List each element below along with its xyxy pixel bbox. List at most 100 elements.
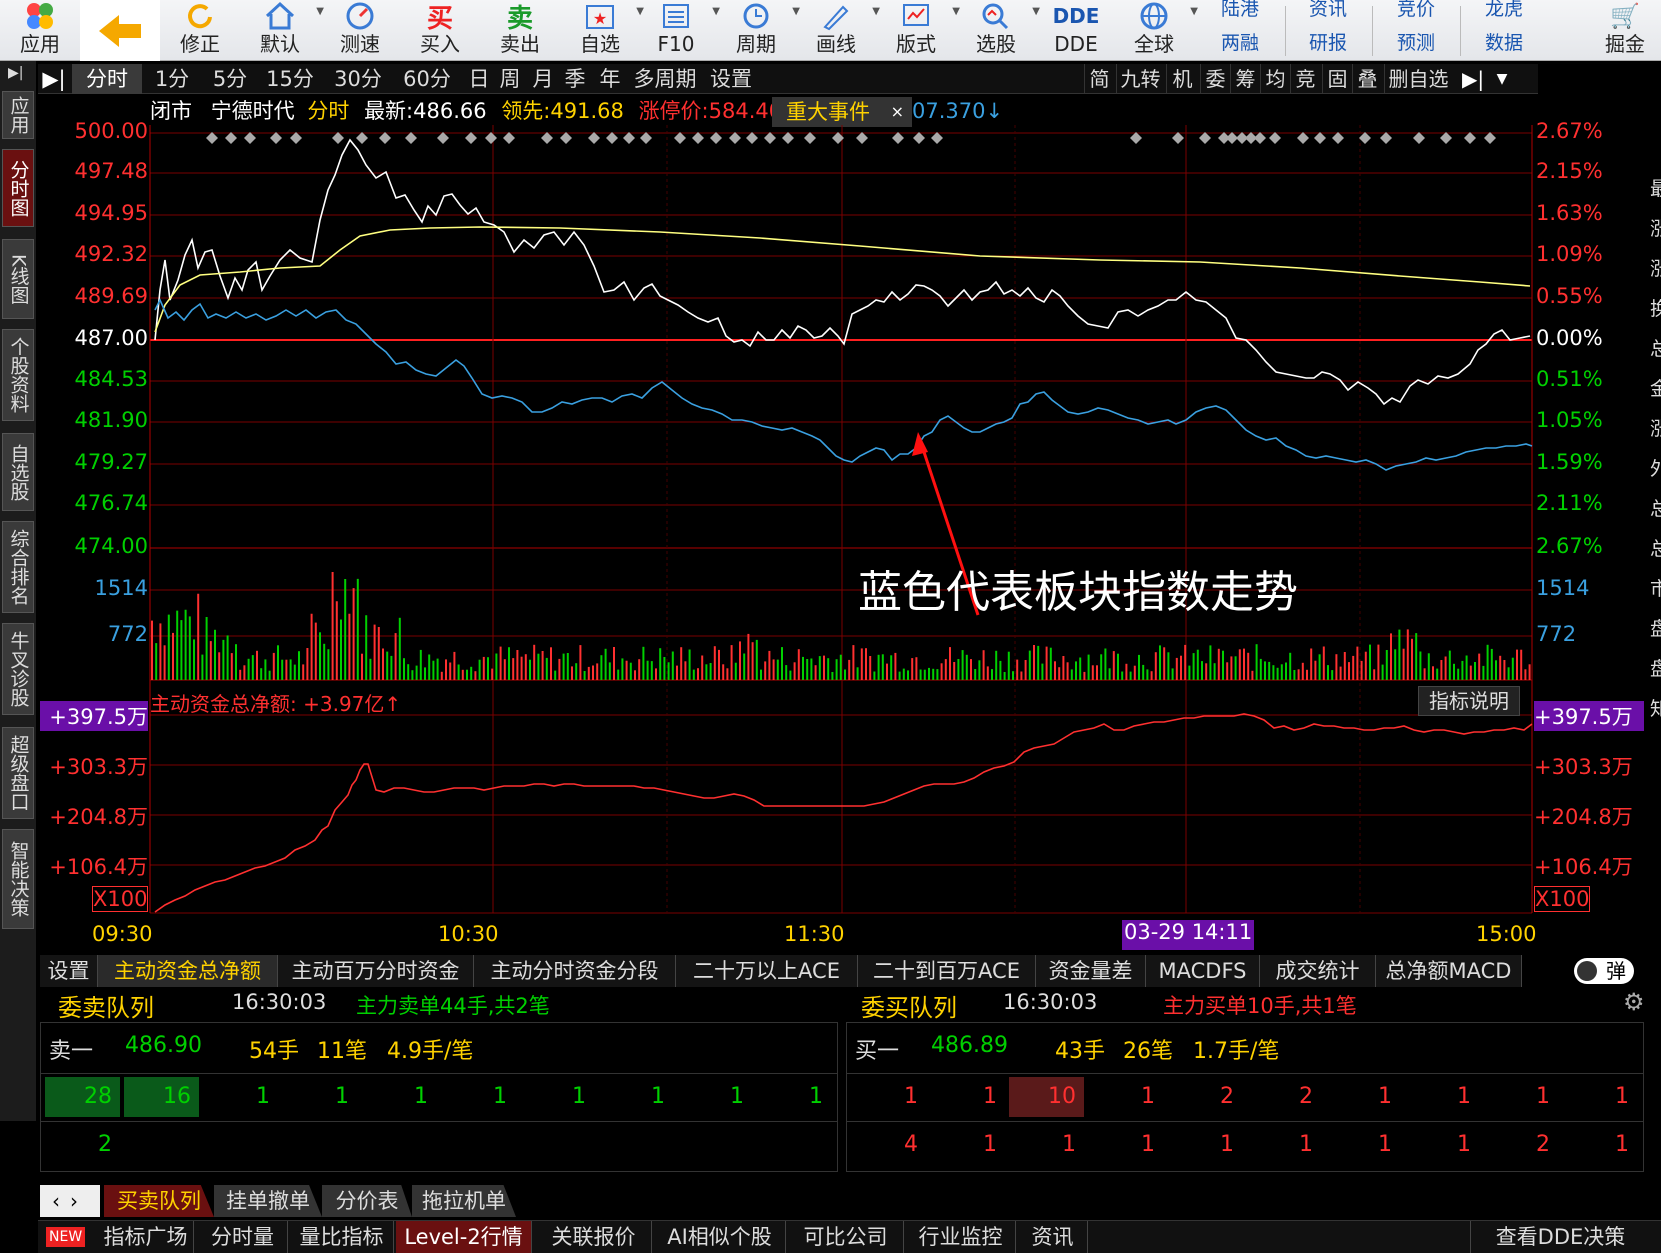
price-axis-label: 476.74 (74, 491, 148, 515)
buy-queue-title: 委买队列 (861, 994, 957, 1022)
footer-tab[interactable]: 量比指标 (290, 1221, 394, 1253)
queue-order-cell: 2 (1299, 1084, 1313, 1109)
toggle-knob (1577, 961, 1597, 981)
time-axis-label: 03-29 14:11 (1122, 920, 1255, 950)
indicator-axis-label: +106.4万 (1534, 855, 1633, 879)
queue-order-cell: 10 (1009, 1077, 1084, 1117)
indicator-tab[interactable]: 主动百万分时资金 (278, 955, 474, 987)
right-quote-panel-edge: 最涨涨换总金涨外总总市盘盘知 (1638, 64, 1661, 934)
indicator-axis-label: +106.4万 (49, 855, 148, 879)
sell-queue-title: 委卖队列 (58, 994, 154, 1022)
event-diamond-icon (332, 132, 344, 144)
queue-count: 11笔 (317, 1039, 367, 1064)
indicator-tab[interactable]: 主动资金总净额 (98, 955, 278, 987)
queue-tab[interactable]: 买卖队列 (104, 1185, 214, 1217)
dde-decision-button[interactable]: 查看DDE决策 (1470, 1221, 1650, 1253)
indicator-axis-label: +204.8万 (1534, 805, 1633, 829)
right-panel-char: 最 (1650, 178, 1661, 200)
indicator-tab[interactable]: 设置 (40, 955, 98, 987)
footer-tab[interactable]: Level-2行情 (396, 1221, 532, 1253)
indicator-tab[interactable]: MACDFS (1146, 955, 1260, 987)
queue-order-cell: 2 (1220, 1084, 1234, 1109)
event-diamond-icon (290, 132, 302, 144)
event-diamond-icon (782, 132, 794, 144)
percent-axis-label: 1.09% (1536, 242, 1603, 266)
queue-order-cell: 1 (256, 1084, 270, 1109)
footer-tab[interactable]: 分时量 (198, 1221, 288, 1253)
right-panel-char: 外 (1650, 458, 1661, 480)
indicator-axis-label: +397.5万 (1534, 701, 1644, 731)
indicator-tab[interactable]: 主动分时资金分段 (474, 955, 676, 987)
time-axis-label: 15:00 (1476, 922, 1537, 946)
queue-order-cell: 1 (414, 1084, 428, 1109)
footer-tab[interactable]: 行业监控 (906, 1221, 1016, 1253)
footer-tab[interactable]: 指标广场 (98, 1221, 194, 1253)
footer-bar: NEW 指标广场 分时量 量比指标 Level-2行情 关联报价 AI相似个股 可比公司 行业监… (38, 1220, 1661, 1253)
settings-gear-icon[interactable]: ⚙ (1623, 988, 1645, 1016)
queue-order-cell: 1 (904, 1084, 918, 1109)
footer-tab[interactable]: AI相似个股 (654, 1221, 786, 1253)
queue-order-cell: 1 (1457, 1084, 1471, 1109)
price-axis-label: 474.00 (74, 534, 148, 558)
event-diamond-icon (1359, 132, 1371, 144)
event-diamond-icon (931, 132, 943, 144)
queue-order-cell: 1 (1615, 1132, 1629, 1157)
queue-divider (41, 1121, 837, 1122)
event-diamond-icon (746, 132, 758, 144)
queue-average: 1.7手/笔 (1193, 1039, 1280, 1064)
indicator-axis-label: +303.3万 (49, 755, 148, 779)
event-diamond-icon (692, 132, 704, 144)
queue-order-cell: 28 (45, 1077, 120, 1117)
event-diamond-icon (1172, 132, 1184, 144)
event-diamond-icon (892, 132, 904, 144)
queue-order-cell: 1 (1141, 1084, 1155, 1109)
queue-tab[interactable]: 挂单撤单 (214, 1185, 322, 1217)
sell-queue-summary: 主力卖单44手,共2笔 (356, 994, 550, 1018)
time-axis-label: 10:30 (438, 922, 499, 946)
indicator-value: +3.97亿↑ (303, 692, 402, 716)
queue-divider (41, 1073, 837, 1074)
event-diamond-icon (1380, 132, 1392, 144)
indicator-tab[interactable]: 二十万以上ACE (676, 955, 858, 987)
event-diamond-icon (1440, 132, 1452, 144)
percent-axis-label: 2.11% (1536, 491, 1603, 515)
queue-header: 委卖队列 16:30:03 主力卖单44手,共2笔 委买队列 16:30:03 … (38, 988, 1661, 1022)
footer-tab[interactable]: 资讯 (1018, 1221, 1088, 1253)
event-diamond-icon (503, 132, 515, 144)
event-diamond-icon (437, 132, 449, 144)
queue-order-cell: 1 (1141, 1132, 1155, 1157)
queue-order-cell: 1 (1378, 1084, 1392, 1109)
indicator-tab[interactable]: 总净额MACD (1376, 955, 1522, 987)
event-diamond-icon (710, 132, 722, 144)
queue-tab[interactable]: 分价表 (322, 1185, 412, 1217)
queue-order-cell: 1 (493, 1084, 507, 1109)
tab-scroll-arrows[interactable]: ‹› (40, 1185, 100, 1217)
queue-order-cell: 1 (1615, 1084, 1629, 1109)
buy-queue-summary: 主力买单10手,共1笔 (1163, 994, 1357, 1018)
footer-tab[interactable]: 关联报价 (536, 1221, 652, 1253)
indicator-scale-label: X100 (1534, 886, 1590, 912)
indicator-help-button[interactable]: 指标说明 (1418, 686, 1520, 716)
queue-order-cell: 1 (1536, 1084, 1550, 1109)
queue-tab[interactable]: 拖拉机单 (412, 1185, 516, 1217)
queue-order-cell: 1 (572, 1084, 586, 1109)
event-diamond-icon (913, 132, 925, 144)
right-panel-char: 总 (1650, 338, 1661, 360)
popup-toggle[interactable]: 弹 (1574, 958, 1634, 984)
queue-price: 486.90 (125, 1033, 202, 1058)
event-diamond-icon (1484, 132, 1496, 144)
queue-price: 486.89 (931, 1033, 1008, 1058)
volume-axis-label: 772 (1536, 622, 1577, 646)
indicator-tab[interactable]: 资金量差 (1036, 955, 1146, 987)
event-diamond-icon (1297, 132, 1309, 144)
indicator-tab[interactable]: 二十到百万ACE (858, 955, 1036, 987)
queue-order-cell: 1 (983, 1132, 997, 1157)
time-axis-label: 09:30 (92, 922, 153, 946)
sell-queue-panel: 卖一 486.90 54手 11笔 4.9手/笔 28 16 1 1 1 1 1 1 1 1 2 (40, 1022, 838, 1172)
footer-tab[interactable]: 可比公司 (788, 1221, 904, 1253)
sector-index-line (154, 298, 1533, 471)
price-axis-label: 481.90 (74, 408, 148, 432)
price-axis-label: 484.53 (74, 367, 148, 391)
indicator-tab[interactable]: 成交统计 (1260, 955, 1376, 987)
event-diamond-icon (764, 132, 776, 144)
